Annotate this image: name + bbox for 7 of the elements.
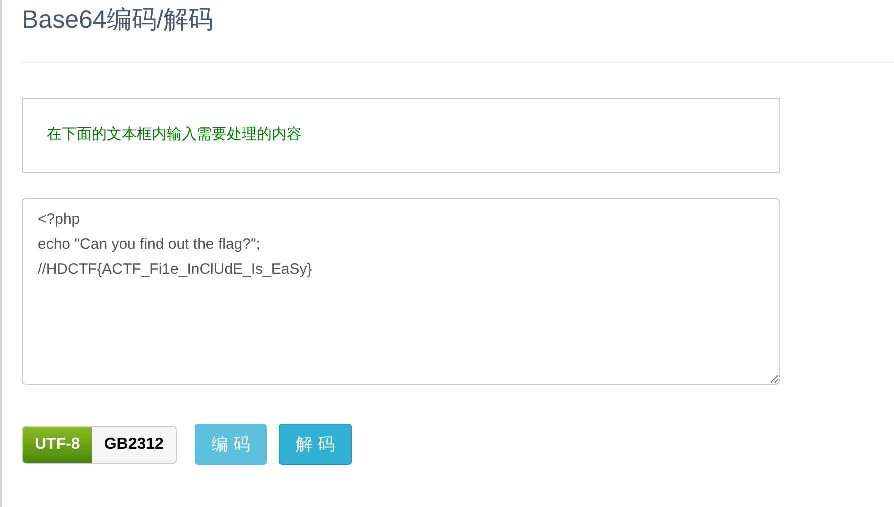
input-field[interactable]: <?php echo "Can you find out the flag?"; //HDCTF{ACTF_Fi1e_InClUdE_Is_EaSy}	[22, 198, 780, 385]
encoding-toggle[interactable]: GB2312	[92, 426, 176, 462]
decode-button[interactable]: 解 码	[278, 424, 352, 465]
page-title: Base64编码/解码	[22, 5, 214, 36]
encoding-toggle[interactable]: UTF-8	[23, 426, 92, 462]
notice-text: 在下面的文本框内输入需要处理的内容	[47, 125, 302, 146]
encode-button[interactable]: 编 码	[194, 424, 267, 465]
